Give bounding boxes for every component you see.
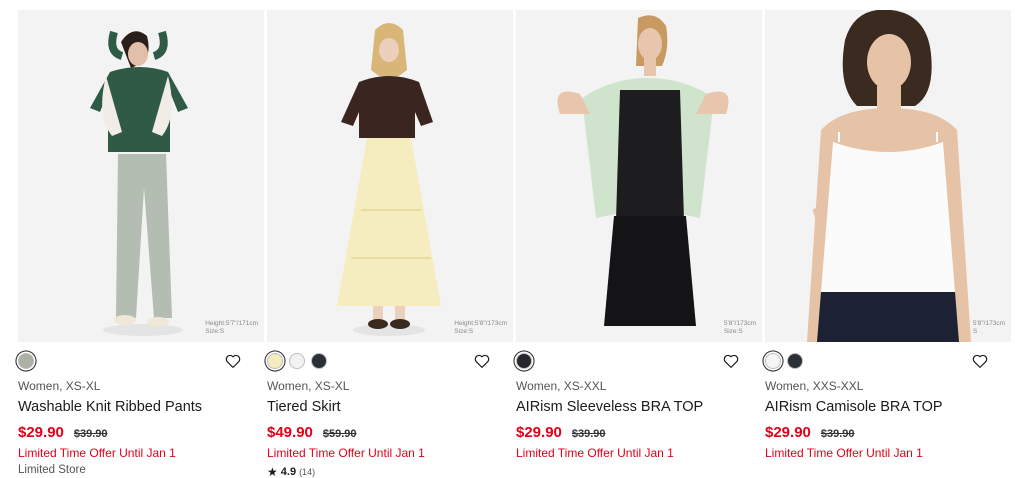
rating[interactable]: ★ 4.9 (14) (267, 465, 315, 478)
price-row: $29.90 $39.90 (18, 424, 108, 441)
original-price: $39.90 (73, 428, 108, 440)
price-row: $49.90 $59.90 (267, 424, 357, 441)
model-height-text: Height:5'7"/171cm (205, 320, 258, 327)
color-swatch[interactable] (516, 353, 532, 369)
price-row: $29.90 $39.90 (516, 424, 606, 441)
product-meta: Women, XS-XL (267, 379, 350, 393)
product-meta: Women, XS-XXL (516, 379, 607, 393)
model-size-note: Height:5'8"/173cm Size:S (454, 320, 507, 336)
product-image[interactable]: 5'8"/173cm S (765, 10, 1011, 342)
color-swatches (18, 350, 264, 376)
sale-price: $29.90 (516, 424, 562, 441)
product-card[interactable]: Height:5'8"/173cm Size:S Women, XS-XL Ti… (267, 10, 513, 478)
heart-outline-icon[interactable] (971, 352, 989, 370)
price-row: $29.90 $39.90 (765, 424, 855, 441)
color-swatches (765, 350, 1011, 376)
product-card[interactable]: 5'8"/173cm Size:S Women, XS-XXL AIRism S… (516, 10, 762, 478)
color-swatch[interactable] (289, 353, 305, 369)
product-grid: Height:5'7"/171cm Size:S Women, XS-XL Wa… (0, 0, 1024, 478)
product-image[interactable]: 5'8"/173cm Size:S (516, 10, 762, 342)
product-card[interactable]: Height:5'7"/171cm Size:S Women, XS-XL Wa… (18, 10, 264, 478)
model-size-note: 5'8"/173cm Size:S (724, 320, 756, 336)
model-size-text: Size:S (454, 328, 474, 335)
sale-price: $49.90 (267, 424, 313, 441)
model-height-text: Height:5'8"/173cm (454, 320, 507, 327)
product-card[interactable]: 5'8"/173cm S Women, XXS-XXL AIRism Camis… (765, 10, 1011, 478)
rating-score: 4.9 (280, 466, 297, 478)
heart-outline-icon[interactable] (224, 352, 242, 370)
sale-price: $29.90 (18, 424, 64, 441)
product-name[interactable]: Washable Knit Ribbed Pants (18, 399, 202, 415)
color-swatches (267, 350, 513, 376)
model-size-text: Size:S (205, 328, 225, 335)
sale-price: $29.90 (765, 424, 811, 441)
availability-text: Limited Store (18, 464, 86, 476)
original-price: $59.90 (322, 428, 357, 440)
original-price: $39.90 (571, 428, 606, 440)
model-size-text: Size:S (723, 328, 743, 335)
product-meta: Women, XXS-XXL (765, 379, 864, 393)
model-size-note: 5'8"/173cm S (973, 320, 1005, 336)
product-name[interactable]: AIRism Camisole BRA TOP (765, 399, 943, 415)
color-swatches (516, 350, 762, 376)
original-price: $39.90 (820, 428, 855, 440)
offer-text: Limited Time Offer Until Jan 1 (18, 446, 176, 460)
color-swatch[interactable] (765, 353, 781, 369)
color-swatch[interactable] (311, 353, 327, 369)
model-photo-bra-top (516, 10, 762, 342)
color-swatch[interactable] (267, 353, 283, 369)
offer-text: Limited Time Offer Until Jan 1 (516, 446, 674, 460)
product-image[interactable]: Height:5'8"/173cm Size:S (267, 10, 513, 342)
model-photo-skirt (267, 10, 513, 342)
product-image[interactable]: Height:5'7"/171cm Size:S (18, 10, 264, 342)
model-photo-camisole (765, 10, 1011, 342)
product-name[interactable]: Tiered Skirt (267, 399, 341, 415)
product-name[interactable]: AIRism Sleeveless BRA TOP (516, 399, 703, 415)
model-height-text: 5'8"/173cm (723, 320, 756, 327)
color-swatch[interactable] (787, 353, 803, 369)
model-photo-pants (18, 10, 264, 342)
heart-outline-icon[interactable] (722, 352, 740, 370)
product-meta: Women, XS-XL (18, 379, 101, 393)
model-height-text: 5'8"/173cm (972, 320, 1005, 327)
rating-count: (14) (299, 467, 316, 477)
model-size-note: Height:5'7"/171cm Size:S (205, 320, 258, 336)
offer-text: Limited Time Offer Until Jan 1 (765, 446, 923, 460)
offer-text: Limited Time Offer Until Jan 1 (267, 446, 425, 460)
star-icon: ★ (267, 465, 278, 478)
heart-outline-icon[interactable] (473, 352, 491, 370)
model-size-text: S (972, 328, 978, 335)
color-swatch[interactable] (18, 353, 34, 369)
